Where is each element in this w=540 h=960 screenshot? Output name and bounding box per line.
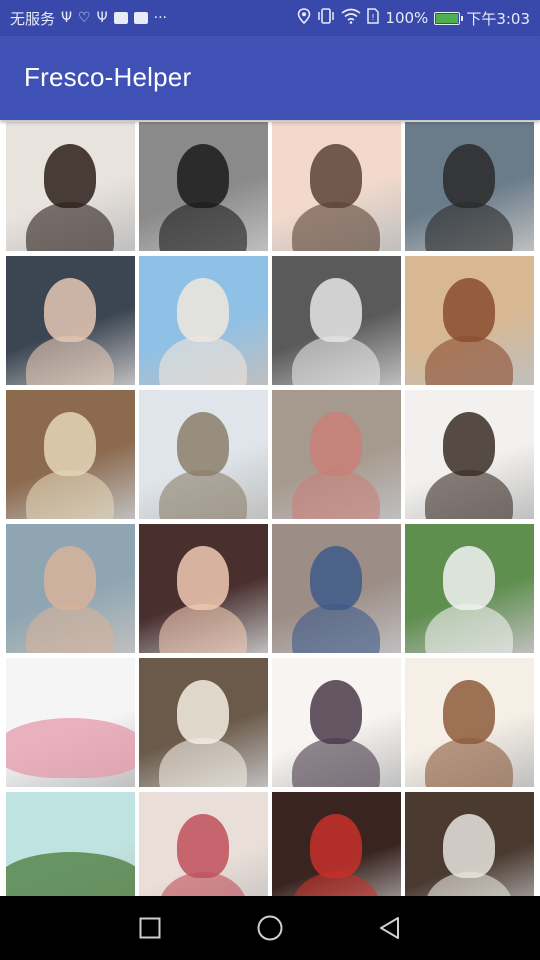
gallery-image[interactable] <box>272 390 401 519</box>
gallery-image[interactable] <box>6 256 135 385</box>
subject-silhouette <box>310 144 362 208</box>
gallery-image[interactable] <box>405 792 534 896</box>
gallery-image[interactable] <box>272 524 401 653</box>
subject-silhouette <box>443 278 495 342</box>
more-icon: ··· <box>153 10 167 26</box>
home-button[interactable] <box>252 910 288 946</box>
status-bar-right: ! 100% 下午3:03 <box>297 8 530 29</box>
wifi-icon <box>341 8 361 28</box>
navigation-bar <box>0 896 540 960</box>
subject-silhouette <box>177 680 229 744</box>
subject-silhouette <box>310 680 362 744</box>
gallery-image[interactable] <box>405 122 534 251</box>
vibrate-icon <box>317 8 335 28</box>
usb-icon: Ψ <box>61 10 73 26</box>
battery-level-fill <box>436 13 459 23</box>
subject-silhouette <box>443 680 495 744</box>
app-icon-2 <box>133 12 148 24</box>
gallery-image[interactable] <box>272 658 401 787</box>
gallery-image[interactable] <box>405 390 534 519</box>
gallery-image[interactable] <box>272 256 401 385</box>
subject-silhouette <box>177 546 229 610</box>
subject-silhouette <box>177 144 229 208</box>
landscape-scene <box>6 852 135 896</box>
gallery-image[interactable] <box>6 524 135 653</box>
gallery-image[interactable] <box>405 524 534 653</box>
back-button[interactable] <box>372 910 408 946</box>
subject-silhouette <box>44 412 96 476</box>
usb-debug-icon: Ψ <box>96 10 108 26</box>
subject-silhouette <box>177 412 229 476</box>
home-icon <box>257 915 283 941</box>
subject-silhouette <box>44 546 96 610</box>
gallery-image[interactable] <box>6 658 135 787</box>
sim-icon: ! <box>367 8 380 28</box>
health-icon: ♡ <box>78 10 91 26</box>
gallery-image[interactable] <box>405 256 534 385</box>
gallery-image[interactable] <box>405 658 534 787</box>
app-title: Fresco-Helper <box>24 62 192 92</box>
subject-silhouette <box>310 546 362 610</box>
battery-icon <box>434 11 464 25</box>
subject-silhouette <box>310 412 362 476</box>
gallery-image[interactable] <box>272 122 401 251</box>
subject-silhouette <box>310 814 362 878</box>
status-bar: 无服务 Ψ ♡ Ψ ··· ! 100% 下午3:03 <box>0 0 540 36</box>
subject-silhouette <box>44 144 96 208</box>
gallery-image[interactable] <box>139 122 268 251</box>
carrier-label: 无服务 <box>10 9 56 28</box>
back-icon <box>380 917 399 939</box>
gallery-image[interactable] <box>272 792 401 896</box>
subject-silhouette <box>443 546 495 610</box>
gallery-image[interactable] <box>139 524 268 653</box>
subject-silhouette <box>310 278 362 342</box>
gallery-image[interactable] <box>6 792 135 896</box>
gallery-image[interactable] <box>139 792 268 896</box>
gallery-image[interactable] <box>139 390 268 519</box>
app-bar: Fresco-Helper <box>0 36 540 120</box>
gallery-image[interactable] <box>6 390 135 519</box>
gallery-image[interactable] <box>139 256 268 385</box>
subject-silhouette <box>177 814 229 878</box>
subject-silhouette <box>44 278 96 342</box>
location-icon <box>297 8 311 28</box>
subject-silhouette <box>443 412 495 476</box>
recent-apps-button[interactable] <box>132 910 168 946</box>
subject-silhouette <box>177 278 229 342</box>
app-icon <box>113 12 128 24</box>
status-bar-left: 无服务 Ψ ♡ Ψ ··· <box>10 8 167 29</box>
gallery-image[interactable] <box>139 658 268 787</box>
clock: 下午3:03 <box>466 9 530 28</box>
subject-silhouette <box>443 144 495 208</box>
svg-text:!: ! <box>372 13 375 22</box>
subject-silhouette <box>443 814 495 878</box>
recent-apps-icon <box>139 917 161 939</box>
battery-percent: 100% <box>385 9 429 27</box>
gallery-image[interactable] <box>6 122 135 251</box>
image-grid[interactable] <box>0 120 540 896</box>
landscape-scene <box>6 718 135 778</box>
